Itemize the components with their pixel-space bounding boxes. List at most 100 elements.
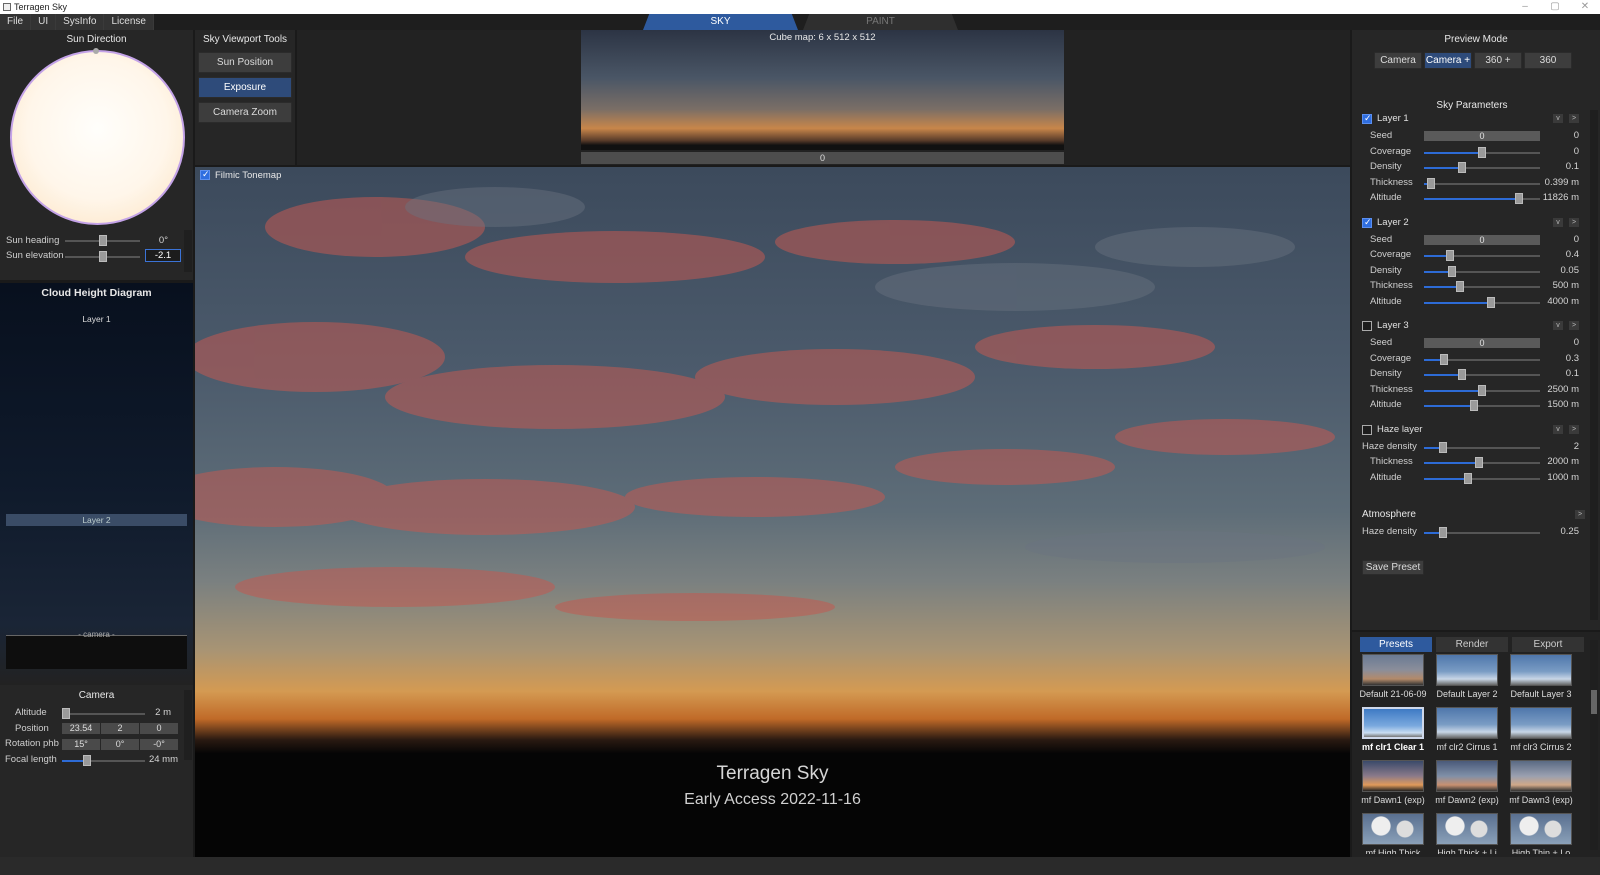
haze-layer-altitude-knob[interactable] (1464, 472, 1473, 484)
layer-2-thickness-slider[interactable] (1424, 281, 1540, 292)
layer-3-thickness-slider[interactable] (1424, 384, 1540, 396)
preset-mf-dawn1-exp-thumbnail[interactable] (1362, 760, 1424, 792)
layer-1-coverage-knob[interactable] (1478, 146, 1486, 158)
cubemap-preview[interactable]: Cube map: 6 x 512 x 512 (581, 30, 1064, 150)
close-icon[interactable]: ✕ (1570, 0, 1600, 14)
layer-2-coverage-slider[interactable] (1424, 250, 1540, 261)
layer-3-expand-icon[interactable]: > (1569, 321, 1579, 330)
sun-elevation-slider[interactable] (65, 251, 140, 262)
camera-altitude-knob[interactable] (62, 708, 71, 719)
sky-viewport[interactable]: Filmic Tonemap Terragen Sky Early Access… (195, 167, 1350, 857)
haze-layer-haze-density-knob[interactable] (1438, 441, 1447, 453)
layer-1-altitude-slider[interactable] (1424, 193, 1540, 204)
layer-3-coverage-slider[interactable] (1424, 353, 1540, 365)
preview-360-plus-button[interactable]: 360 + (1474, 52, 1522, 69)
atmosphere-haze-slider[interactable] (1424, 527, 1540, 538)
preset-mf-dawn3-exp-thumbnail[interactable] (1510, 760, 1572, 792)
layer-3-seed-field[interactable]: 0 (1424, 338, 1540, 348)
cubemap-bar[interactable]: 0 (581, 152, 1064, 164)
sun-elevation-knob[interactable] (98, 251, 107, 262)
layer-3-altitude-knob[interactable] (1469, 400, 1478, 411)
menu-sysinfo[interactable]: SysInfo (56, 14, 105, 30)
layer-3-coverage-knob[interactable] (1439, 353, 1448, 365)
presets-scrollbar[interactable] (1590, 640, 1598, 850)
sun-heading-slider[interactable] (65, 235, 140, 246)
layer-1-seed-field[interactable]: 0 (1424, 131, 1540, 141)
layer-1-density-slider[interactable] (1424, 162, 1540, 173)
layer-2-density-knob[interactable] (1447, 265, 1456, 277)
filmic-tonemap-checkbox[interactable] (200, 169, 210, 180)
sun-panel-scrollbar[interactable] (184, 230, 192, 272)
layer-2-expand-icon[interactable]: > (1569, 217, 1579, 227)
sun-direction-sphere[interactable] (10, 50, 185, 225)
preset-mf-clr1-clear-1-thumbnail[interactable] (1362, 707, 1424, 739)
haze-layer-checkbox[interactable] (1362, 424, 1372, 435)
sun-elevation-input[interactable]: -2.1 (145, 249, 181, 262)
haze-layer-collapse-icon[interactable]: v (1553, 424, 1563, 434)
layer-2-altitude-slider[interactable] (1424, 296, 1540, 308)
preset-mf-clr3-cirrus-2-thumbnail[interactable] (1510, 707, 1572, 739)
layer-1-altitude-knob[interactable] (1515, 193, 1524, 204)
minimize-icon[interactable]: – (1510, 0, 1540, 14)
preset-high-thick-li-thumbnail[interactable] (1436, 813, 1498, 845)
layer-3-altitude-slider[interactable] (1424, 400, 1540, 411)
sun-marker-icon[interactable] (93, 48, 99, 54)
layer-2-collapse-icon[interactable]: v (1553, 217, 1563, 227)
atmosphere-expand-icon[interactable]: > (1575, 510, 1585, 519)
camera-rotation-h[interactable]: 0° (101, 739, 139, 750)
camera-rotation-p[interactable]: 15° (62, 739, 100, 750)
camera-rotation-b[interactable]: -0° (140, 739, 178, 750)
tab-export[interactable]: Export (1512, 637, 1584, 652)
layer-1-expand-icon[interactable]: > (1569, 114, 1579, 123)
preset-default-21-06-09-thumbnail[interactable] (1362, 654, 1424, 686)
layer-3-density-knob[interactable] (1458, 369, 1467, 380)
preset-default-layer-2-thumbnail[interactable] (1436, 654, 1498, 686)
presets-scroll-thumb[interactable] (1591, 690, 1597, 714)
preset-default-layer-3-thumbnail[interactable] (1510, 654, 1572, 686)
menu-ui[interactable]: UI (31, 14, 57, 30)
camera-altitude-slider[interactable] (62, 708, 145, 719)
haze-layer-expand-icon[interactable]: > (1569, 424, 1579, 434)
camera-focal-knob[interactable] (82, 755, 91, 766)
haze-layer-haze-density-slider[interactable] (1424, 441, 1540, 453)
preview-camera-button[interactable]: Camera (1374, 52, 1422, 69)
tab-sky[interactable]: SKY (643, 14, 798, 30)
layer-3-density-slider[interactable] (1424, 369, 1540, 380)
layer-2-checkbox[interactable] (1362, 217, 1372, 228)
sun-position-button[interactable]: Sun Position (198, 52, 292, 73)
atmosphere-haze-knob[interactable] (1438, 527, 1447, 538)
layer-2-seed-field[interactable]: 0 (1424, 234, 1540, 245)
tab-presets[interactable]: Presets (1360, 637, 1432, 652)
layer-2-density-slider[interactable] (1424, 265, 1540, 277)
menu-license[interactable]: License (104, 14, 154, 30)
layer-1-checkbox[interactable] (1362, 113, 1372, 124)
preview-360-button[interactable]: 360 (1524, 52, 1572, 69)
maximize-icon[interactable]: ▢ (1540, 0, 1570, 14)
camera-zoom-button[interactable]: Camera Zoom (198, 102, 292, 123)
camera-panel-scrollbar[interactable] (184, 690, 192, 760)
camera-position-z[interactable]: 0 (140, 723, 178, 734)
tab-render[interactable]: Render (1436, 637, 1508, 652)
layer-2-thickness-knob[interactable] (1455, 281, 1464, 292)
haze-layer-thickness-slider[interactable] (1424, 457, 1540, 468)
preset-mf-high-thick-thumbnail[interactable] (1362, 813, 1424, 845)
tab-paint[interactable]: PAINT (803, 14, 958, 30)
layer-1-density-knob[interactable] (1458, 162, 1467, 173)
layer-2-altitude-knob[interactable] (1487, 296, 1496, 308)
preview-camera-plus-button[interactable]: Camera + (1424, 52, 1472, 69)
haze-layer-thickness-knob[interactable] (1474, 457, 1483, 468)
camera-focal-slider[interactable] (62, 755, 145, 766)
save-preset-button[interactable]: Save Preset (1362, 560, 1424, 575)
layer-3-checkbox[interactable] (1362, 321, 1372, 331)
layer-1-thickness-slider[interactable] (1424, 177, 1540, 189)
preset-high-thin-lo-thumbnail[interactable] (1510, 813, 1572, 845)
haze-layer-altitude-slider[interactable] (1424, 472, 1540, 484)
menu-file[interactable]: File (0, 14, 32, 30)
sun-heading-knob[interactable] (98, 235, 107, 246)
camera-position-y[interactable]: 2 (101, 723, 139, 734)
preset-mf-dawn2-exp-thumbnail[interactable] (1436, 760, 1498, 792)
camera-position-x[interactable]: 23.54 (62, 723, 100, 734)
layer-1-coverage-slider[interactable] (1424, 146, 1540, 158)
preset-mf-clr2-cirrus-1-thumbnail[interactable] (1436, 707, 1498, 739)
sky-params-scrollbar[interactable] (1590, 110, 1598, 620)
